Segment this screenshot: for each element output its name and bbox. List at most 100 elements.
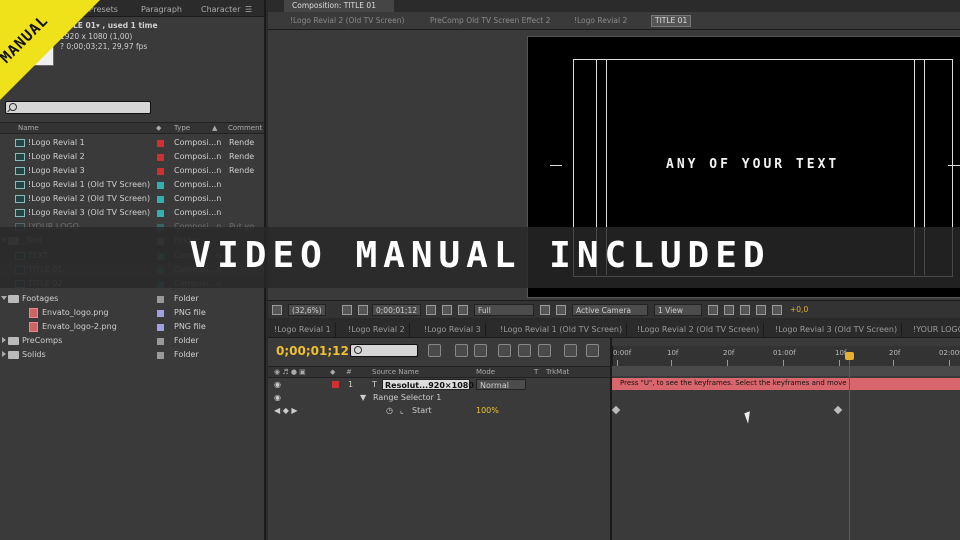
project-item[interactable]: !Logo Revial 3 Composi...n Rende [0,164,264,178]
label-color-swatch[interactable] [157,196,164,203]
camera-snapshot-icon[interactable] [426,305,436,315]
layer-label-swatch[interactable] [332,381,339,388]
timeline-tab[interactable]: !Logo Revial 1 [270,323,336,337]
time-ruler[interactable]: 0:00f 10f 20f 01:00f 10f 20f 02:00f [612,346,960,368]
exposure-icon[interactable] [772,305,782,315]
timeline-tab[interactable]: !Logo Revial 3 [420,323,486,337]
chevron-right-icon[interactable] [2,337,6,343]
label-color-swatch[interactable] [157,310,164,317]
work-area-bar[interactable] [612,366,960,376]
camera-select[interactable]: Active Camera [572,304,648,316]
chevron-right-icon[interactable] [2,351,6,357]
layer-name[interactable]: Resolut...920×1080 [382,379,474,390]
timeline-tab[interactable]: !Logo Revial 2 [344,323,410,337]
timeline-icon[interactable] [740,305,750,315]
exposure-value[interactable]: +0,0 [790,304,808,316]
project-item[interactable]: PreComps Folder [0,334,264,348]
breadcrumb-item[interactable]: !Logo Revial 2 [574,15,627,27]
hide-shy-layers-icon[interactable] [474,344,487,357]
timeline-tab[interactable]: !Logo Revial 2 (Old TV Screen) [633,323,765,337]
canvas-text[interactable]: ANY OF YOUR TEXT [666,157,839,172]
column-comment[interactable]: Comment [228,124,262,132]
label-color-swatch[interactable] [157,296,164,303]
sort-arrow-icon[interactable]: ▲ [212,124,217,132]
label-color-swatch[interactable] [157,324,164,331]
layer-duration-bar[interactable]: Press "U", to see the keyframes. Select … [612,378,960,390]
auto-keyframe-icon[interactable] [564,344,577,357]
breadcrumb-item[interactable]: PreComp Old TV Screen Effect 2 [430,15,550,27]
motion-blur-icon[interactable] [518,344,531,357]
project-search-input[interactable] [5,101,151,114]
tab-effects-presets[interactable]: & Presets [75,3,123,17]
chevron-down-icon[interactable] [1,296,7,300]
project-item[interactable]: !Logo Revial 1 Composi...n Rende [0,136,264,150]
project-item[interactable]: !Logo Revial 2 (Old TV Screen) Composi...… [0,192,264,206]
label-color-swatch[interactable] [157,168,164,175]
channel-icon[interactable] [458,305,468,315]
project-item[interactable]: !Logo Revial 1 (Old TV Screen) Composi...… [0,178,264,192]
label-color-swatch[interactable] [157,352,164,359]
label-color-swatch[interactable] [157,182,164,189]
tab-paragraph[interactable]: Paragraph [136,3,187,17]
tab-project[interactable]: Project [2,3,40,17]
label-color-swatch[interactable] [157,140,164,147]
start-value[interactable]: 100% [476,404,499,417]
mask-icon[interactable] [358,305,368,315]
breadcrumb-item-active[interactable]: TITLE 01 [651,15,692,27]
column-index[interactable]: # [346,368,352,376]
draft-3d-icon[interactable] [455,344,468,357]
roi-icon[interactable] [540,305,550,315]
zoom-select[interactable]: (32,6%) [288,304,326,316]
panel-menu-icon[interactable]: ☰ [240,3,257,17]
label-color-swatch[interactable] [157,338,164,345]
project-item[interactable]: !Logo Revial 2 Composi...n Rende [0,150,264,164]
project-item[interactable]: Footages Folder [0,292,264,306]
breadcrumb-item[interactable]: !Logo Revial 2 (Old TV Screen) [290,15,404,27]
label-tag-icon[interactable]: ◆ [156,124,161,132]
current-time-indicator[interactable] [849,352,850,540]
column-type[interactable]: Type [174,124,190,132]
stopwatch-icon[interactable]: ◷ [386,404,393,417]
project-item[interactable]: Envato_logo-2.png PNG file [0,320,264,334]
comp-mini-flowchart-icon[interactable] [428,344,441,357]
av-features-icon[interactable]: ◉ ♬ ● ▣ [274,368,306,376]
timeline-search-input[interactable] [350,344,418,357]
timeline-tab[interactable]: !Logo Revial 1 (Old TV Screen) [496,323,628,337]
column-source-name[interactable]: Source Name [372,368,419,376]
visibility-eye-icon[interactable]: ◉ [274,378,281,391]
tab-character[interactable]: Character [196,3,246,17]
project-item[interactable]: Solids Folder [0,348,264,362]
graph-icon[interactable]: ⌞ [400,404,404,417]
frame-blending-icon[interactable] [498,344,511,357]
chevron-down-icon[interactable]: ▼ [360,391,366,404]
current-time-indicator-head[interactable] [845,352,854,360]
grid-icon[interactable] [342,305,352,315]
fast-preview-icon[interactable] [724,305,734,315]
layer-mode-select[interactable]: Normal [476,379,526,390]
resolution-select[interactable]: Full [474,304,534,316]
brainstorm-icon[interactable] [538,344,551,357]
project-item[interactable]: !Logo Revial 3 (Old TV Screen) Composi...… [0,206,264,220]
label-tag-icon[interactable]: ◆ [330,368,335,376]
start-property-row[interactable]: ◀ ◆ ▶ ◷ ⌞ Start 100% [268,404,612,417]
range-selector-row[interactable]: ◉ ▼ Range Selector 1 [268,391,612,404]
flowchart-icon[interactable] [756,305,766,315]
project-item[interactable]: Envato_logo.png PNG file [0,306,264,320]
graph-editor-icon[interactable] [586,344,599,357]
column-mode[interactable]: Mode [476,368,495,376]
panel-divider[interactable] [610,338,612,540]
column-trkmat[interactable]: TrkMat [546,368,569,376]
visibility-eye-icon[interactable]: ◉ [274,391,281,404]
column-t[interactable]: T [534,368,538,376]
keyframe-nav-icon[interactable]: ◀ ◆ ▶ [274,404,298,417]
view-layout-select[interactable]: 1 View [654,304,702,316]
transparency-grid-icon[interactable] [556,305,566,315]
toggle-pixel-icon[interactable] [708,305,718,315]
tab-composition[interactable]: Composition: TITLE 01 [284,0,394,12]
show-snapshot-icon[interactable] [442,305,452,315]
region-icon[interactable] [272,305,282,315]
label-color-swatch[interactable] [157,154,164,161]
label-color-swatch[interactable] [157,210,164,217]
timeline-timecode[interactable]: 0;00;01;12 [276,344,349,358]
column-name[interactable]: Name [18,124,39,132]
